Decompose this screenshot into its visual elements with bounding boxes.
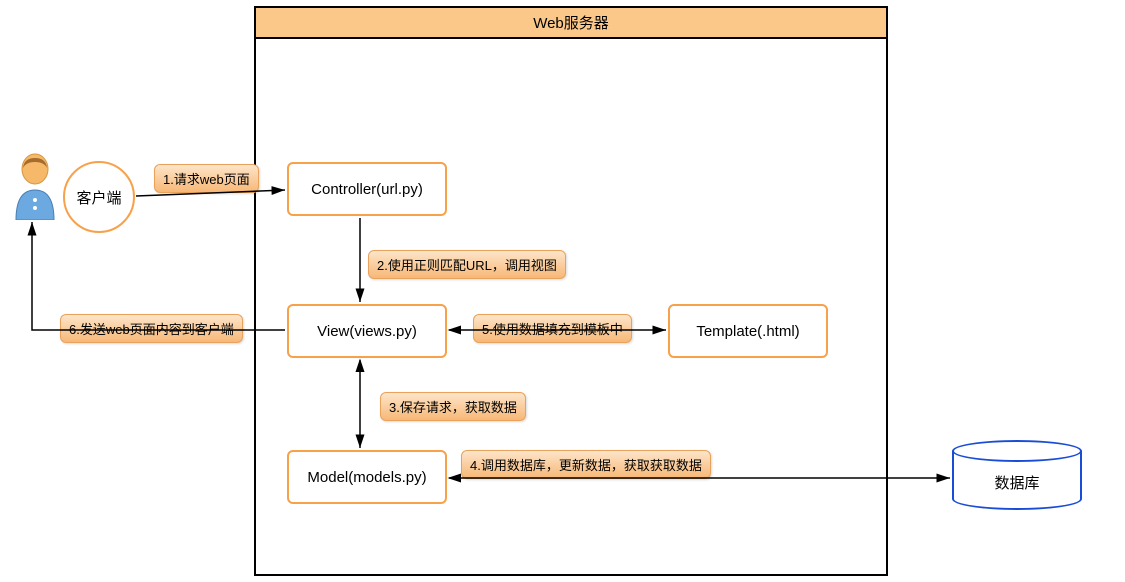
step5-label: 5.使用数据填充到模板中 [473,314,632,343]
web-server-title: Web服务器 [256,8,886,39]
step2-label: 2.使用正则匹配URL，调用视图 [368,250,566,279]
template-node: Template(.html) [668,304,828,358]
controller-label: Controller(url.py) [311,181,423,198]
view-node: View(views.py) [287,304,447,358]
step6-label: 6.发送web页面内容到客户端 [60,314,243,343]
step3-label: 3.保存请求，获取数据 [380,392,526,421]
step1-label: 1.请求web页面 [154,164,259,193]
controller-node: Controller(url.py) [287,162,447,216]
client-label: 客户端 [76,187,121,208]
user-icon [8,152,62,220]
step4-label: 4.调用数据库，更新数据，获取获取数据 [461,450,711,479]
model-label: Model(models.py) [307,469,426,486]
database-label: 数据库 [994,472,1039,493]
template-label: Template(.html) [696,323,799,340]
client-node: 客户端 [63,161,135,233]
view-label: View(views.py) [317,323,417,340]
model-node: Model(models.py) [287,450,447,504]
database-node: 数据库 [952,440,1082,510]
cylinder-top [952,440,1082,462]
